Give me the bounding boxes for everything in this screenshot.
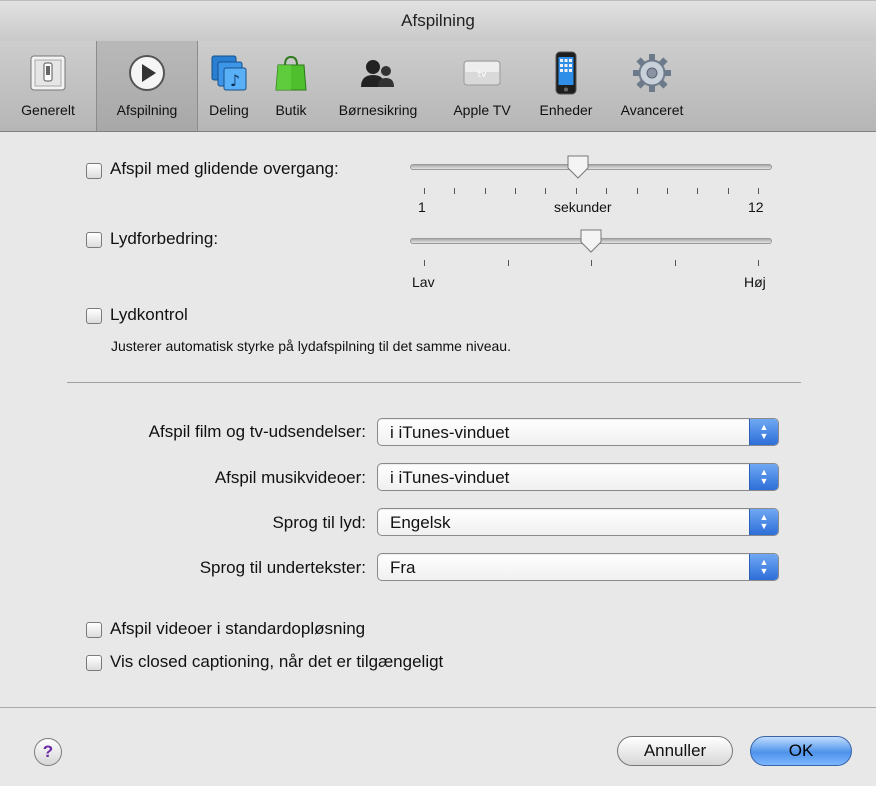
slider-tick xyxy=(575,188,577,194)
playback-settings-panel: Afspil med glidende overgang: 1 sekunder… xyxy=(0,132,876,707)
gear-icon xyxy=(629,50,675,96)
tab-playback-label: Afspilning xyxy=(116,102,178,118)
crossfade-slider-track[interactable] xyxy=(410,164,772,170)
music-videos-select[interactable]: i iTunes-vinduet ▲ ▼ xyxy=(377,463,779,491)
help-button[interactable]: ? xyxy=(34,738,62,766)
subtitle-language-select-label: Sprog til undertekster: xyxy=(199,558,366,577)
slider-tick xyxy=(484,188,486,194)
tab-advanced-label: Avanceret xyxy=(620,102,684,118)
parental-icon xyxy=(355,50,401,96)
chevron-up-down-icon: ▲ ▼ xyxy=(749,464,778,490)
slider-tick xyxy=(674,260,676,266)
sound-enhancer-label: Lydforbedring: xyxy=(110,229,219,248)
tab-general[interactable]: Generelt xyxy=(0,41,96,131)
slider-tick xyxy=(636,188,638,194)
tab-devices[interactable]: Enheder xyxy=(528,41,604,131)
audio-language-select-label: Sprog til lyd: xyxy=(272,513,366,532)
slider-tick xyxy=(758,260,759,266)
chevron-up-down-icon: ▲ ▼ xyxy=(749,419,778,445)
subtitle-language-select-value: Fra xyxy=(390,558,416,577)
closed-captioning-checkbox[interactable] xyxy=(86,655,102,671)
movies-select-value: i iTunes-vinduet xyxy=(390,423,510,442)
slider-tick xyxy=(424,188,425,194)
slider-tick xyxy=(606,188,608,194)
slider-tick xyxy=(515,188,517,194)
sound-enhancer-slider-thumb[interactable] xyxy=(579,228,603,254)
shopping-bag-icon xyxy=(268,50,314,96)
tab-parental-label: Børnesikring xyxy=(338,102,418,118)
window-title: Afspilning xyxy=(401,11,475,30)
music-videos-select-value: i iTunes-vinduet xyxy=(390,468,510,487)
tab-sharing-label: Deling xyxy=(209,102,249,118)
slider-tick xyxy=(454,188,456,194)
dialog-footer xyxy=(0,707,876,786)
closed-captioning-label: Vis closed captioning, når det er tilgæn… xyxy=(110,652,444,671)
tab-apple-tv-label: Apple TV xyxy=(453,102,511,118)
slider-tick xyxy=(697,188,699,194)
audio-language-select-value: Engelsk xyxy=(390,513,451,532)
tab-apple-tv[interactable]: tv Apple TV xyxy=(438,41,526,131)
crossfade-unit-label: sekunder xyxy=(554,199,612,215)
svg-text:tv: tv xyxy=(478,70,488,80)
slider-tick xyxy=(424,260,425,266)
tab-parental[interactable]: Børnesikring xyxy=(322,41,434,131)
sound-enhancer-checkbox[interactable] xyxy=(86,232,102,248)
crossfade-max-label: 12 xyxy=(748,199,764,215)
play-icon xyxy=(124,50,170,96)
chevron-up-down-icon: ▲ ▼ xyxy=(749,554,778,580)
crossfade-label: Afspil med glidende overgang: xyxy=(110,159,339,178)
movies-select[interactable]: i iTunes-vinduet ▲ ▼ xyxy=(377,418,779,446)
slider-tick xyxy=(666,188,668,194)
iphone-icon xyxy=(543,50,589,96)
slider-tick xyxy=(507,260,509,266)
crossfade-checkbox[interactable] xyxy=(86,163,102,179)
preferences-toolbar: Generelt Afspilning ♪ Deling Butik Børne… xyxy=(0,41,876,132)
svg-text:♪: ♪ xyxy=(230,71,240,90)
sound-check-checkbox[interactable] xyxy=(86,308,102,324)
ok-button[interactable]: OK xyxy=(750,736,852,766)
tab-store[interactable]: Butik xyxy=(262,41,320,131)
section-divider xyxy=(67,382,801,383)
tab-store-label: Butik xyxy=(275,102,307,118)
slider-tick xyxy=(591,260,592,266)
subtitle-language-select[interactable]: Fra ▲ ▼ xyxy=(377,553,779,581)
slider-tick xyxy=(545,188,547,194)
sharing-icon: ♪ xyxy=(206,50,252,96)
music-videos-select-label: Afspil musikvideoer: xyxy=(214,468,366,487)
window-title-bar: Afspilning xyxy=(0,0,876,42)
tab-sharing[interactable]: ♪ Deling xyxy=(197,41,261,131)
apple-tv-icon: tv xyxy=(459,50,505,96)
sound-check-label: Lydkontrol xyxy=(110,305,188,324)
general-switch-icon xyxy=(25,50,71,96)
chevron-up-down-icon: ▲ ▼ xyxy=(749,509,778,535)
sound-enhancer-max-label: Høj xyxy=(744,274,766,290)
tab-devices-label: Enheder xyxy=(539,102,593,118)
audio-language-select[interactable]: Engelsk ▲ ▼ xyxy=(377,508,779,536)
standard-definition-checkbox[interactable] xyxy=(86,622,102,638)
crossfade-min-label: 1 xyxy=(418,199,426,215)
sound-check-description: Justerer automatisk styrke på lydafspiln… xyxy=(111,338,511,354)
tab-general-label: Generelt xyxy=(21,102,75,118)
movies-select-label: Afspil film og tv-udsendelser: xyxy=(148,422,366,441)
crossfade-slider-thumb[interactable] xyxy=(566,154,590,180)
sound-enhancer-min-label: Lav xyxy=(412,274,435,290)
standard-definition-label: Afspil videoer i standardopløsning xyxy=(110,619,366,638)
tab-playback[interactable]: Afspilning xyxy=(96,41,198,131)
slider-tick xyxy=(758,188,759,194)
cancel-button[interactable]: Annuller xyxy=(617,736,733,766)
slider-tick xyxy=(727,188,729,194)
tab-advanced[interactable]: Avanceret xyxy=(606,41,698,131)
